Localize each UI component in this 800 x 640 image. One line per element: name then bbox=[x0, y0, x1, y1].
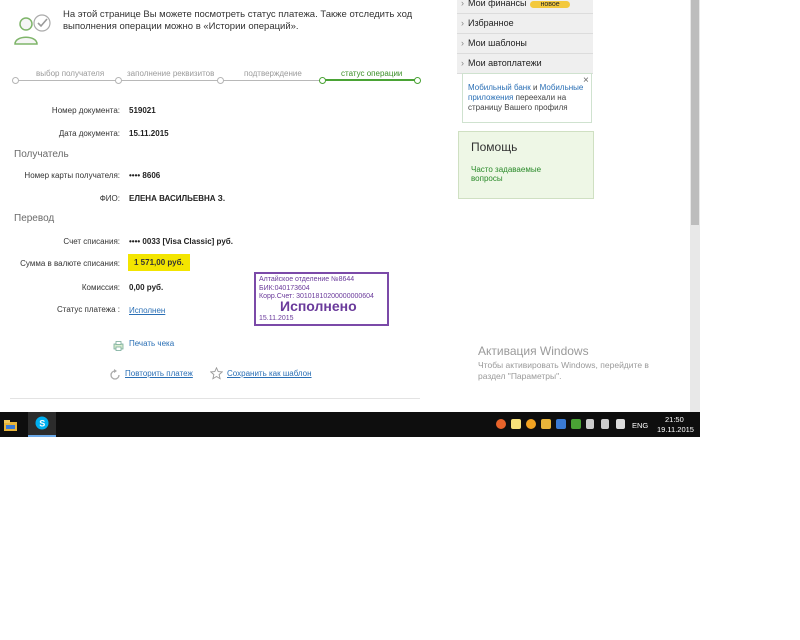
step-label-active: статус операции bbox=[341, 69, 403, 78]
sidebar-item-label: Мои автоплатежи bbox=[468, 58, 542, 68]
step-dot-active bbox=[319, 77, 326, 84]
section-recipient: Получатель bbox=[14, 149, 69, 160]
step-dot bbox=[217, 77, 224, 84]
print-icon[interactable] bbox=[113, 338, 124, 351]
sidebar-menu: Мои финансыновое Избранное Мои шаблоны М… bbox=[457, 0, 593, 74]
volume-tray-icon[interactable] bbox=[601, 419, 609, 429]
folder-tray-icon[interactable] bbox=[541, 419, 551, 429]
sidebar-item-templates[interactable]: Мои шаблоны bbox=[457, 34, 593, 54]
help-title: Помощь bbox=[471, 140, 518, 154]
steps-active-track bbox=[322, 79, 418, 81]
save-template-link[interactable]: Сохранить как шаблон bbox=[227, 369, 312, 378]
status-value: Исполнен bbox=[129, 306, 166, 315]
stamp-line: БИК:040173604 bbox=[259, 284, 310, 292]
print-receipt-link[interactable]: Печать чека bbox=[129, 339, 174, 348]
language-indicator[interactable]: ENG bbox=[632, 421, 648, 430]
step-label: подтверждение bbox=[244, 69, 302, 78]
amount-label: Сумма в валюте списания: bbox=[20, 259, 120, 268]
repeat-payment-link[interactable]: Повторить платеж bbox=[125, 369, 193, 378]
sidebar-item-favorites[interactable]: Избранное bbox=[457, 14, 593, 34]
account-label: Счет списания: bbox=[63, 237, 120, 246]
help-box: Помощь Часто задаваемые вопросы bbox=[458, 131, 594, 199]
name-value: ЕЛЕНА ВАСИЛЬЕВНА З. bbox=[129, 194, 226, 203]
amount-value-highlight: 1 571,00 руб. bbox=[128, 254, 190, 271]
bank-stamp: Алтайское отделение №8644 БИК:040173604 … bbox=[254, 272, 389, 326]
scrollbar-thumb[interactable] bbox=[691, 0, 699, 225]
profile-notice: Мобильный банк и Мобильные приложения пе… bbox=[462, 73, 592, 123]
step-label: заполнение реквизитов bbox=[127, 69, 215, 78]
browser-viewport: На этой странице Вы можете посмотреть ст… bbox=[0, 0, 700, 412]
network-app-tray-icon[interactable] bbox=[556, 419, 566, 429]
activation-title: Активация Windows bbox=[478, 344, 589, 358]
doc-date-label: Дата документа: bbox=[58, 129, 120, 138]
notifications-tray-icon[interactable] bbox=[616, 419, 625, 429]
card-label: Номер карты получателя: bbox=[24, 171, 120, 180]
app-tray-icon[interactable] bbox=[526, 419, 536, 429]
sidebar-item-label: Мои финансы bbox=[468, 0, 527, 8]
sidebar-item-finances[interactable]: Мои финансыновое bbox=[457, 0, 593, 14]
firefox-tray-icon[interactable] bbox=[496, 419, 506, 429]
sidebar-item-label: Мои шаблоны bbox=[468, 38, 527, 48]
stamp-line: Алтайское отделение №8644 bbox=[259, 276, 355, 283]
doc-number-value: 519021 bbox=[129, 106, 156, 115]
notice-text: и bbox=[530, 83, 540, 92]
status-label: Статус платежа : bbox=[57, 305, 120, 314]
skype-taskbar-button[interactable]: S bbox=[28, 412, 56, 437]
sidebar-item-label: Избранное bbox=[468, 18, 514, 28]
card-value: •••• 8606 bbox=[129, 171, 161, 180]
account-value: •••• 0033 [Visa Classic] руб. bbox=[129, 237, 233, 246]
messenger-tray-icon[interactable] bbox=[511, 419, 521, 429]
stamp-date: 15.11.2015 bbox=[259, 315, 294, 322]
network-tray-icon[interactable] bbox=[586, 419, 594, 429]
commission-label: Комиссия: bbox=[81, 283, 120, 292]
divider bbox=[10, 398, 420, 399]
commission-value: 0,00 руб. bbox=[129, 283, 164, 292]
close-icon[interactable]: × bbox=[583, 75, 589, 86]
new-badge: новое bbox=[530, 1, 570, 8]
faq-link[interactable]: Часто задаваемые вопросы bbox=[471, 165, 551, 183]
file-explorer-icon[interactable] bbox=[4, 418, 17, 431]
step-label: выбор получателя bbox=[36, 69, 105, 78]
clock-time[interactable]: 21:50 bbox=[665, 415, 684, 424]
step-dot bbox=[12, 77, 19, 84]
step-dot-active bbox=[414, 77, 421, 84]
page-scrollbar[interactable] bbox=[690, 0, 700, 412]
windows-taskbar: S ENG 21:50 19.11.2015 bbox=[0, 412, 700, 437]
step-dot bbox=[115, 77, 122, 84]
star-icon[interactable] bbox=[209, 366, 224, 380]
section-transfer: Перевод bbox=[14, 213, 55, 224]
doc-number-label: Номер документа: bbox=[51, 106, 120, 115]
check-tray-icon[interactable] bbox=[571, 419, 581, 429]
name-label: ФИО: bbox=[99, 194, 120, 203]
mobile-bank-link[interactable]: Мобильный банк bbox=[468, 83, 531, 92]
user-status-icon bbox=[12, 13, 54, 45]
intro-text: На этой странице Вы можете посмотреть ст… bbox=[63, 9, 413, 32]
activation-body: Чтобы активировать Windows, перейдите в … bbox=[478, 360, 649, 381]
clock-date[interactable]: 19.11.2015 bbox=[657, 425, 694, 434]
sidebar-item-autopayments[interactable]: Мои автоплатежи bbox=[457, 54, 593, 74]
stamp-status: Исполнено bbox=[280, 298, 357, 314]
doc-date-value: 15.11.2015 bbox=[129, 129, 169, 138]
repeat-icon[interactable] bbox=[109, 368, 121, 380]
svg-text:S: S bbox=[39, 419, 45, 429]
